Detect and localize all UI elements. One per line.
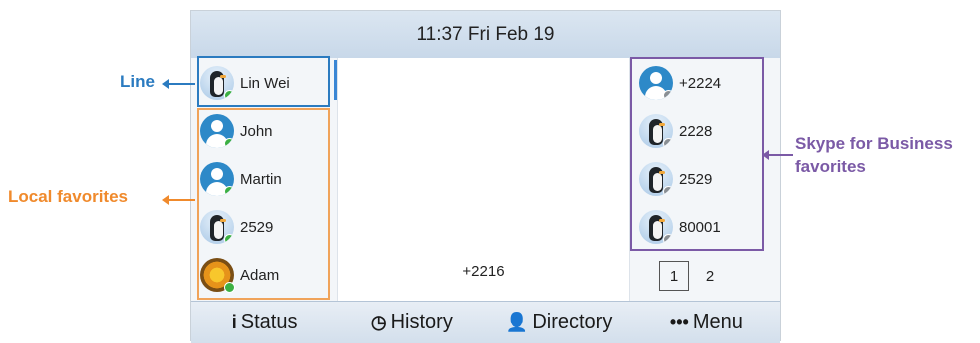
- skype-callout-line2: favorites: [795, 157, 866, 176]
- softkey-label: History: [390, 311, 453, 333]
- datetime: 11:37 Fri Feb 19: [416, 23, 555, 45]
- status-bar: 11:37 Fri Feb 19: [191, 11, 780, 59]
- line-arrow-icon: [162, 79, 195, 89]
- active-line-indicator: [334, 60, 337, 100]
- skype-favorites-callout-frame: [630, 57, 764, 251]
- softkey-label: Status: [240, 311, 298, 333]
- clock-icon: ◷: [370, 312, 387, 332]
- history-softkey[interactable]: ◷ History: [338, 311, 485, 334]
- page-2-button[interactable]: 2: [695, 261, 725, 291]
- local-favorites-arrow-icon: [162, 195, 195, 205]
- skype-favorites-callout-label: Skype for Business favorites: [795, 132, 953, 178]
- softkey-label: Menu: [692, 311, 743, 333]
- page-selector: 1 2: [637, 257, 777, 295]
- menu-softkey[interactable]: ••• Menu: [633, 311, 780, 334]
- skype-favorites-arrow-icon: [762, 150, 793, 160]
- line-callout-frame: [197, 56, 330, 107]
- local-favorites-callout-label: Local favorites: [8, 187, 128, 206]
- directory-softkey[interactable]: 👤 Directory: [486, 311, 633, 334]
- info-icon: i: [231, 312, 237, 332]
- more-icon: •••: [669, 312, 689, 332]
- status-softkey[interactable]: i Status: [191, 311, 338, 334]
- skype-callout-line1: Skype for Business: [795, 134, 953, 153]
- local-extension-number: +2216: [462, 263, 505, 280]
- local-favorites-callout-frame: [197, 108, 330, 300]
- softkey-label: Directory: [532, 311, 613, 333]
- page-1-button[interactable]: 1: [659, 261, 689, 291]
- softkey-bar: i Status ◷ History 👤 Directory ••• Menu: [191, 301, 780, 343]
- line-callout-label: Line: [120, 72, 155, 91]
- person-icon: 👤: [505, 312, 529, 332]
